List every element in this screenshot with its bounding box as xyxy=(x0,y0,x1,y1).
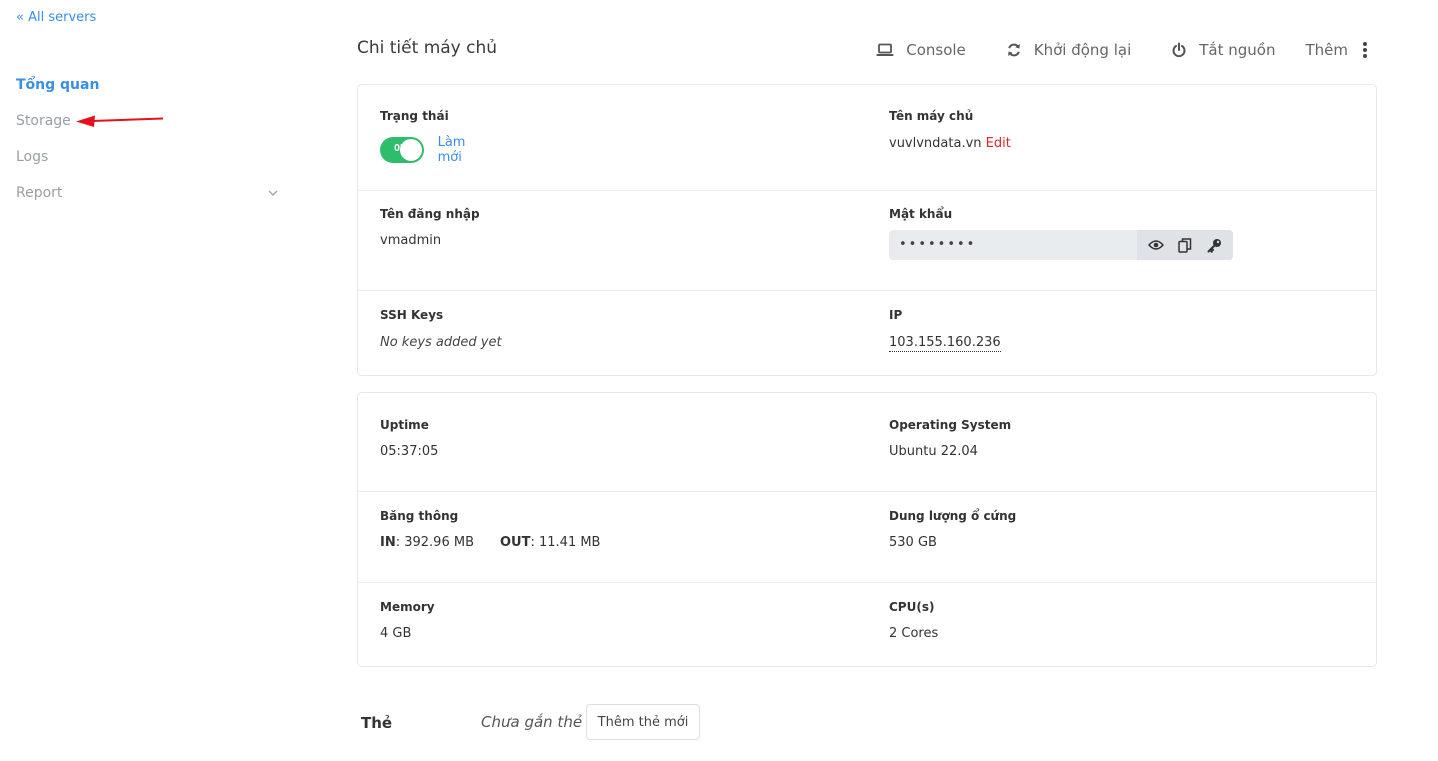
password-label: Mật khẩu xyxy=(889,207,953,221)
bandwidth-label: Băng thông xyxy=(380,509,459,523)
copy-icon xyxy=(1178,237,1192,253)
ssh-keys-label: SSH Keys xyxy=(380,308,444,322)
cpu-value: 2 Cores xyxy=(889,626,939,641)
power-icon xyxy=(1172,42,1186,58)
all-servers-link[interactable]: « All servers xyxy=(16,10,96,25)
sidebar-item-report[interactable]: Report xyxy=(16,183,281,219)
sidebar-item-label: Report xyxy=(16,185,63,201)
power-off-label: Tắt nguồn xyxy=(1199,41,1276,59)
annotation-arrow-icon xyxy=(76,115,164,127)
ip-value[interactable]: 103.155.160.236 xyxy=(889,335,1001,352)
password-value: •••••••• xyxy=(899,237,977,252)
page-title: Chi tiết máy chủ xyxy=(357,38,498,58)
sidebar-item-label: Storage xyxy=(16,113,71,129)
ssh-keys-value: No keys added yet xyxy=(380,335,502,350)
tags-empty-text: Chưa gắn thẻ xyxy=(481,713,583,731)
sidebar-nav: Tổng quan Storage Logs Report xyxy=(16,75,281,219)
hostname-label: Tên máy chủ xyxy=(889,109,974,123)
disk-label: Dung lượng ổ cứng xyxy=(889,509,1017,523)
username-value: vmadmin xyxy=(380,233,442,248)
stats-row-uptime: Uptime 05:37:05 Operating System Ubuntu … xyxy=(358,393,1376,492)
hostname-value: vuvlvndata.vn xyxy=(889,136,982,151)
status-controls: ON Làm mới xyxy=(380,135,480,165)
stats-row-bandwidth: Băng thông IN: 392.96 MB OUT: 11.41 MB D… xyxy=(358,491,1376,583)
eye-icon xyxy=(1148,240,1165,250)
server-actions-toolbar: Console Khởi động lại Tắt nguồn Thêm xyxy=(836,38,1368,62)
bandwidth-out-value: : 11.41 MB xyxy=(530,535,601,550)
more-button[interactable]: Thêm xyxy=(1305,41,1368,59)
bandwidth-in-value: : 392.96 MB xyxy=(395,535,474,550)
show-password-button[interactable] xyxy=(1148,239,1165,251)
password-actions xyxy=(1137,230,1233,260)
bandwidth-in: IN: 392.96 MB xyxy=(380,535,474,550)
refresh-icon xyxy=(1007,43,1020,57)
console-label: Console xyxy=(906,41,966,59)
os-label: Operating System xyxy=(889,418,1012,432)
details-row-access: SSH Keys No keys added yet IP 103.155.16… xyxy=(358,290,1376,375)
key-icon xyxy=(1207,238,1221,253)
power-off-button[interactable]: Tắt nguồn xyxy=(1171,41,1275,59)
memory-value: 4 GB xyxy=(380,626,412,641)
disk-value: 530 GB xyxy=(889,535,937,550)
sidebar-item-label: Logs xyxy=(16,149,49,165)
server-stats-card: Uptime 05:37:05 Operating System Ubuntu … xyxy=(357,392,1377,667)
copy-password-button[interactable] xyxy=(1178,237,1192,253)
edit-hostname-link[interactable]: Edit xyxy=(986,136,1011,151)
change-password-button[interactable] xyxy=(1207,238,1222,253)
ip-value-wrap: 103.155.160.236 xyxy=(889,335,1001,352)
toggle-knob xyxy=(399,139,422,161)
sidebar-item-label: Tổng quan xyxy=(16,77,100,93)
bandwidth-out: OUT: 11.41 MB xyxy=(500,535,600,550)
power-toggle[interactable]: ON xyxy=(380,137,424,163)
sidebar-item-logs[interactable]: Logs xyxy=(16,147,281,183)
restart-button[interactable]: Khởi động lại xyxy=(1006,41,1131,59)
hostname-line: vuvlvndata.vn Edit xyxy=(889,136,1011,151)
kebab-menu-icon xyxy=(1363,42,1367,58)
os-value: Ubuntu 22.04 xyxy=(889,444,978,459)
chevron-down-icon[interactable] xyxy=(267,187,279,199)
laptop-icon xyxy=(876,43,894,56)
stats-row-hardware: Memory 4 GB CPU(s) 2 Cores xyxy=(358,582,1376,666)
sidebar-item-overview[interactable]: Tổng quan xyxy=(16,75,281,111)
console-button[interactable]: Console xyxy=(876,41,966,59)
add-tag-button[interactable]: Thêm thẻ mới xyxy=(586,704,700,740)
memory-label: Memory xyxy=(380,600,435,614)
tags-label: Thẻ xyxy=(361,714,393,732)
details-row-credentials: Tên đăng nhập vmadmin Mật khẩu •••••••• xyxy=(358,190,1376,291)
status-label: Trạng thái xyxy=(380,109,449,123)
cpu-label: CPU(s) xyxy=(889,600,935,614)
server-details-card: Trạng thái ON Làm mới Tên máy chủ vuvlvn… xyxy=(357,84,1377,376)
uptime-label: Uptime xyxy=(380,418,429,432)
bandwidth-in-label: IN xyxy=(380,535,396,550)
more-label: Thêm xyxy=(1305,41,1348,59)
bandwidth-out-label: OUT xyxy=(500,535,531,550)
refresh-link[interactable]: Làm mới xyxy=(438,135,480,165)
restart-label: Khởi động lại xyxy=(1033,41,1132,59)
username-label: Tên đăng nhập xyxy=(380,207,480,221)
details-row-status: Trạng thái ON Làm mới Tên máy chủ vuvlvn… xyxy=(358,85,1376,191)
password-field: •••••••• xyxy=(889,230,1233,260)
ip-label: IP xyxy=(889,308,903,322)
uptime-value: 05:37:05 xyxy=(380,444,439,459)
